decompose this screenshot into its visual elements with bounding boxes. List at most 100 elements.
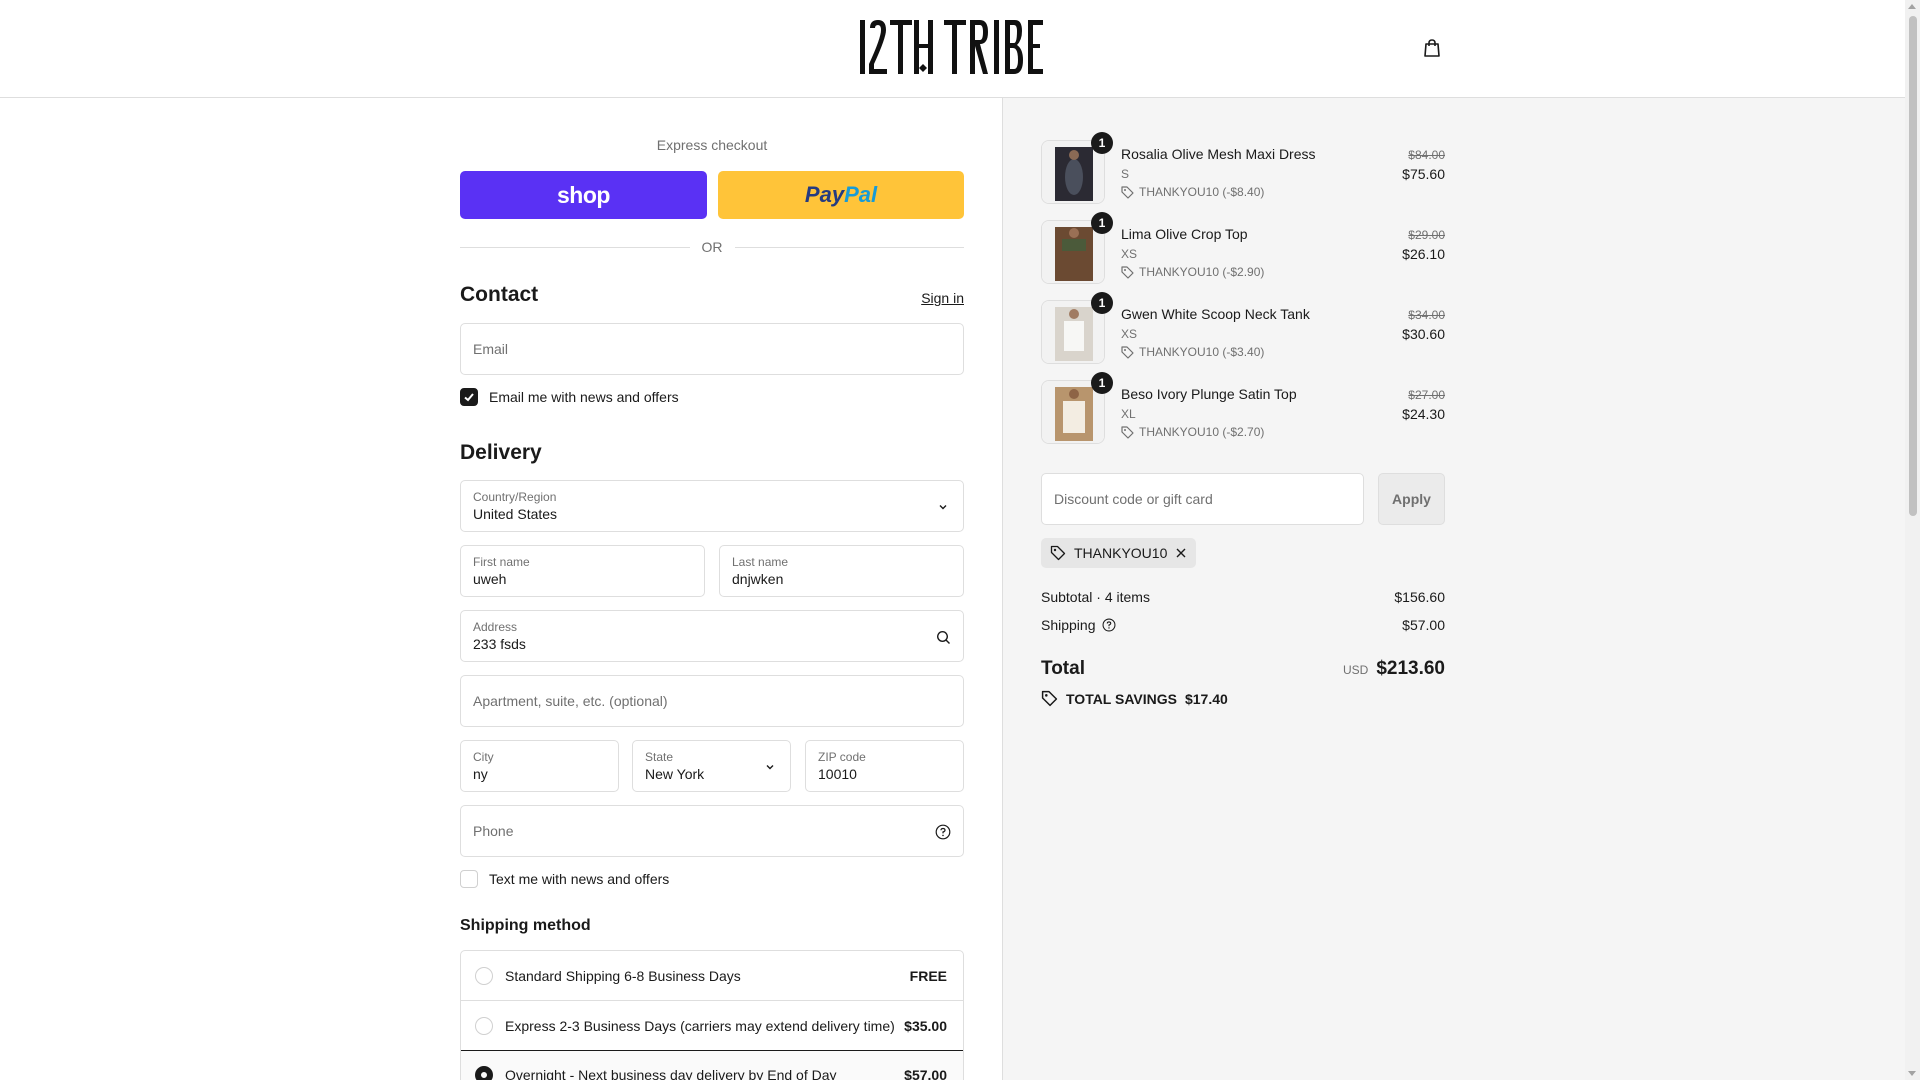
help-circle-icon[interactable] — [935, 824, 951, 840]
item-variant: XS — [1121, 247, 1138, 261]
email-field[interactable]: Email — [460, 323, 964, 375]
paypal-label-part1: Pay — [804, 182, 845, 207]
cart-item: 1 Beso Ivory Plunge Satin Top XL THANKYO… — [1041, 372, 1445, 444]
scroll-down-icon[interactable] — [1908, 1071, 1916, 1076]
item-discount-label: THANKYOU10 (-$8.40) — [1139, 185, 1265, 199]
chevron-down-icon — [935, 499, 951, 515]
item-discount: THANKYOU10 (-$8.40) — [1121, 185, 1264, 199]
shipping-value: $57.00 — [1402, 617, 1445, 633]
email-news-label: Email me with news and offers — [489, 389, 679, 405]
apartment-field[interactable]: Apartment, suite, etc. (optional) — [460, 675, 964, 727]
savings-label: TOTAL SAVINGS — [1066, 690, 1177, 707]
sign-in-link[interactable]: Sign in — [921, 290, 964, 306]
item-price: $75.60 — [1402, 166, 1445, 182]
discount-code-input[interactable]: Discount code or gift card — [1041, 473, 1364, 525]
shipping-row: Shipping $57.00 — [1041, 617, 1445, 633]
item-original-price: $27.00 — [1408, 388, 1445, 402]
currency-code: USD — [1342, 663, 1369, 677]
shipping-option-standard[interactable]: Standard Shipping 6-8 Business Days FREE — [461, 951, 963, 1001]
item-discount-label: THANKYOU10 (-$2.70) — [1139, 425, 1265, 439]
text-news-checkbox[interactable] — [460, 870, 478, 888]
total-row: Total USD $213.60 — [1041, 658, 1445, 680]
zip-label: ZIP code — [818, 750, 866, 764]
first-name-field[interactable]: First name uweh — [460, 545, 705, 597]
shipping-option-name: Overnight - Next business day delivery b… — [505, 1067, 837, 1080]
state-select[interactable]: State New York — [632, 740, 791, 792]
scrollbar-thumb[interactable] — [1909, 16, 1917, 516]
apartment-placeholder: Apartment, suite, etc. (optional) — [473, 693, 668, 709]
scroll-up-icon[interactable] — [1908, 4, 1916, 9]
subtotal-row: Subtotal · 4 items $156.60 — [1041, 589, 1445, 605]
brand-logo[interactable] — [858, 16, 1044, 78]
item-original-price: $34.00 — [1408, 308, 1445, 322]
tag-icon — [1041, 690, 1058, 707]
item-variant: XS — [1121, 327, 1138, 341]
item-name: Gwen White Scoop Neck Tank — [1121, 306, 1310, 322]
zip-field[interactable]: ZIP code 10010 — [805, 740, 964, 792]
cart-item: 1 Lima Olive Crop Top XS THANKYOU10 (-$2… — [1041, 212, 1445, 284]
tag-icon — [1050, 545, 1066, 561]
paypal-label-part2: Pal — [844, 182, 878, 207]
or-label: OR — [701, 239, 723, 255]
remove-discount-button[interactable] — [1175, 547, 1187, 559]
city-value: ny — [473, 766, 488, 782]
item-price: $26.10 — [1402, 246, 1445, 262]
address-value: 233 fsds — [473, 636, 526, 652]
close-icon — [1176, 548, 1186, 558]
country-select[interactable]: Country/Region United States — [460, 480, 964, 532]
help-circle-icon[interactable] — [1102, 618, 1116, 632]
item-discount: THANKYOU10 (-$2.70) — [1121, 425, 1264, 439]
email-news-checkbox-row[interactable]: Email me with news and offers — [460, 388, 679, 406]
subtotal-value: $156.60 — [1394, 589, 1445, 605]
email-placeholder: Email — [473, 341, 509, 357]
quantity-badge: 1 — [1091, 372, 1113, 394]
radio-express[interactable] — [475, 1016, 493, 1035]
last-name-value: dnjwken — [732, 571, 784, 587]
header — [0, 0, 1905, 98]
shipping-option-price: $35.00 — [904, 1017, 947, 1034]
country-label: Country/Region — [473, 490, 557, 504]
item-price: $30.60 — [1402, 326, 1445, 342]
quantity-badge: 1 — [1091, 132, 1113, 154]
zip-value: 10010 — [818, 766, 857, 782]
shop-pay-label: shop — [557, 181, 610, 208]
phone-field[interactable]: Phone — [460, 805, 964, 857]
phone-placeholder: Phone — [473, 823, 514, 839]
shop-pay-button[interactable]: shop — [460, 171, 707, 219]
item-original-price: $84.00 — [1408, 148, 1445, 162]
delivery-heading: Delivery — [460, 441, 542, 464]
item-discount: THANKYOU10 (-$3.40) — [1121, 345, 1264, 359]
apply-discount-button[interactable]: Apply — [1378, 473, 1445, 525]
or-divider: OR — [460, 237, 964, 257]
discount-code-placeholder: Discount code or gift card — [1054, 491, 1213, 507]
address-field[interactable]: Address 233 fsds — [460, 610, 964, 662]
cart-button[interactable] — [1419, 35, 1445, 61]
item-name: Rosalia Olive Mesh Maxi Dress — [1121, 146, 1316, 162]
page-scrollbar[interactable] — [1905, 0, 1920, 1080]
search-icon[interactable] — [935, 629, 951, 645]
radio-standard[interactable] — [475, 966, 493, 985]
paypal-button[interactable]: Pay Pal — [718, 171, 964, 219]
city-field[interactable]: City ny — [460, 740, 619, 792]
cart-item: 1 Rosalia Olive Mesh Maxi Dress S THANKY… — [1041, 132, 1445, 204]
item-discount-label: THANKYOU10 (-$3.40) — [1139, 345, 1265, 359]
applied-discount-code: THANKYOU10 — [1074, 545, 1168, 561]
item-discount-label: THANKYOU10 (-$2.90) — [1139, 265, 1265, 279]
item-name: Beso Ivory Plunge Satin Top — [1121, 386, 1297, 402]
country-value: United States — [473, 506, 558, 522]
shipping-options: Standard Shipping 6-8 Business Days FREE… — [460, 950, 964, 1080]
item-name: Lima Olive Crop Top — [1121, 226, 1248, 242]
item-discount: THANKYOU10 (-$2.90) — [1121, 265, 1264, 279]
item-variant: S — [1121, 167, 1130, 181]
radio-overnight[interactable] — [475, 1066, 493, 1080]
shipping-option-overnight[interactable]: Overnight - Next business day delivery b… — [461, 1050, 963, 1080]
email-news-checkbox[interactable] — [460, 388, 478, 406]
cart-item: 1 Gwen White Scoop Neck Tank XS THANKYOU… — [1041, 292, 1445, 364]
text-news-checkbox-row[interactable]: Text me with news and offers — [460, 870, 669, 888]
first-name-value: uweh — [473, 571, 507, 587]
last-name-field[interactable]: Last name dnjwken — [719, 545, 964, 597]
chevron-down-icon — [762, 759, 778, 775]
item-variant: XL — [1121, 407, 1136, 421]
express-checkout-label: Express checkout — [656, 137, 768, 153]
shipping-option-express[interactable]: Express 2-3 Business Days (carriers may … — [461, 1001, 963, 1051]
